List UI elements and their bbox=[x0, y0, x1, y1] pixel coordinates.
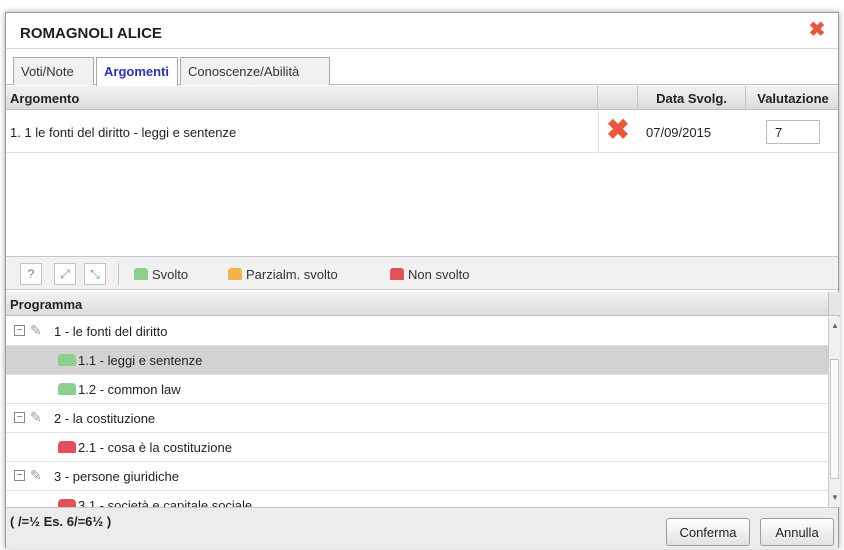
argomenti-table-header: Argomento Data Svolg. Valutazione bbox=[6, 86, 838, 110]
table-row[interactable]: 1. 1 le fonti del diritto - leggi e sent… bbox=[6, 111, 838, 153]
tree-node-3[interactable]: − ✎ 3 - persone giuridiche bbox=[6, 462, 828, 491]
book-icon: ✎ bbox=[30, 322, 42, 338]
dialog-titlebar: ROMAGNOLI ALICE ✖ bbox=[6, 13, 838, 49]
programma-header[interactable]: Programma bbox=[6, 292, 828, 316]
tree-node-1-2[interactable]: 1.2 - common law bbox=[6, 375, 828, 404]
tree-node-label: 1.2 - common law bbox=[78, 382, 181, 397]
legend-parzialmente-label: Parzialm. svolto bbox=[246, 267, 338, 282]
collapse-toggle-icon[interactable]: − bbox=[14, 470, 25, 481]
collapse-toggle-icon[interactable]: − bbox=[14, 412, 25, 423]
header-action bbox=[598, 86, 638, 110]
tree-node-1[interactable]: − ✎ 1 - le fonti del diritto bbox=[6, 317, 828, 346]
legend-svolto: Svolto bbox=[134, 267, 188, 282]
svolto-square-icon bbox=[134, 268, 148, 280]
data-svolg-cell: 07/09/2015 bbox=[646, 125, 712, 140]
book-icon: ✎ bbox=[30, 409, 42, 425]
column-divider bbox=[598, 111, 599, 153]
header-valutazione[interactable]: Valutazione bbox=[746, 86, 840, 110]
legend-non-svolto: Non svolto bbox=[390, 267, 469, 282]
collapse-toggle-icon[interactable]: − bbox=[14, 325, 25, 336]
toolbar-divider bbox=[118, 263, 119, 285]
scroll-thumb[interactable] bbox=[830, 359, 839, 479]
close-icon[interactable]: ✖ bbox=[808, 20, 826, 40]
confirm-button[interactable]: Conferma bbox=[666, 518, 750, 546]
legend-non-svolto-label: Non svolto bbox=[408, 267, 470, 282]
status-non-svolto-icon bbox=[58, 499, 76, 507]
dialog-footer: ( /=½ Es. 6/=6½ ) Conferma Annulla bbox=[6, 507, 838, 549]
book-icon: ✎ bbox=[30, 467, 42, 483]
dialog-title: ROMAGNOLI ALICE bbox=[20, 25, 162, 42]
valutazione-input[interactable]: 7 bbox=[766, 120, 820, 144]
tab-bar: Voti/Note Argomenti Conoscenze/Abilità bbox=[6, 51, 838, 86]
tree-node-label: 1.1 - leggi e sentenze bbox=[78, 353, 203, 368]
status-svolto-icon bbox=[58, 383, 76, 395]
cancel-button[interactable]: Annulla bbox=[760, 518, 834, 546]
grade-hint: ( /=½ Es. 6/=6½ ) bbox=[10, 514, 112, 529]
programma-toolbar: ? ⤢ ⤡ Svolto Parzialm. svolto Non svolto bbox=[6, 256, 838, 290]
tree-node-label: 1 - le fonti del diritto bbox=[54, 324, 168, 339]
tab-argomenti[interactable]: Argomenti bbox=[96, 57, 178, 86]
tree-node-2-1[interactable]: 2.1 - cosa è la costituzione bbox=[6, 433, 828, 462]
legend-parzialmente-svolto: Parzialm. svolto bbox=[228, 267, 338, 282]
collapse-all-icon[interactable]: ⤡ bbox=[84, 263, 106, 285]
parzialmente-square-icon bbox=[228, 268, 242, 280]
scroll-down-icon[interactable]: ▼ bbox=[831, 493, 839, 503]
expand-all-icon[interactable]: ⤢ bbox=[54, 263, 76, 285]
tab-voti-note[interactable]: Voti/Note bbox=[13, 57, 94, 85]
status-svolto-icon bbox=[58, 354, 76, 366]
programma-tree: − ✎ 1 - le fonti del diritto 1.1 - leggi… bbox=[6, 317, 828, 507]
info-icon[interactable]: ? bbox=[20, 263, 42, 285]
header-data-svolg[interactable]: Data Svolg. bbox=[638, 86, 746, 110]
tree-node-3-1[interactable]: 3.1 - società e capitale sociale bbox=[6, 491, 828, 507]
tree-node-label: 3 - persone giuridiche bbox=[54, 469, 180, 484]
scroll-up-icon[interactable]: ▲ bbox=[831, 321, 839, 331]
student-dialog: ROMAGNOLI ALICE ✖ Voti/Note Argomenti Co… bbox=[5, 12, 840, 549]
tree-node-1-1[interactable]: 1.1 - leggi e sentenze bbox=[6, 346, 828, 375]
tree-node-label: 2 - la costituzione bbox=[54, 411, 156, 426]
tree-node-label: 3.1 - società e capitale sociale bbox=[78, 498, 253, 507]
tree-scrollbar[interactable]: ▲ ▼ bbox=[828, 317, 840, 507]
background-strip bbox=[0, 0, 844, 12]
delete-x-icon[interactable]: ✖ bbox=[606, 116, 630, 144]
tab-conoscenze-abilita[interactable]: Conoscenze/Abilità bbox=[180, 57, 330, 85]
argomento-cell: 1. 1 le fonti del diritto - leggi e sent… bbox=[10, 125, 237, 140]
tree-node-2[interactable]: − ✎ 2 - la costituzione bbox=[6, 404, 828, 433]
header-argomento[interactable]: Argomento bbox=[6, 86, 598, 110]
programma-header-corner bbox=[828, 292, 840, 316]
tree-node-label: 2.1 - cosa è la costituzione bbox=[78, 440, 232, 455]
non-svolto-square-icon bbox=[390, 268, 404, 280]
legend-svolto-label: Svolto bbox=[152, 267, 189, 282]
status-non-svolto-icon bbox=[58, 441, 76, 453]
